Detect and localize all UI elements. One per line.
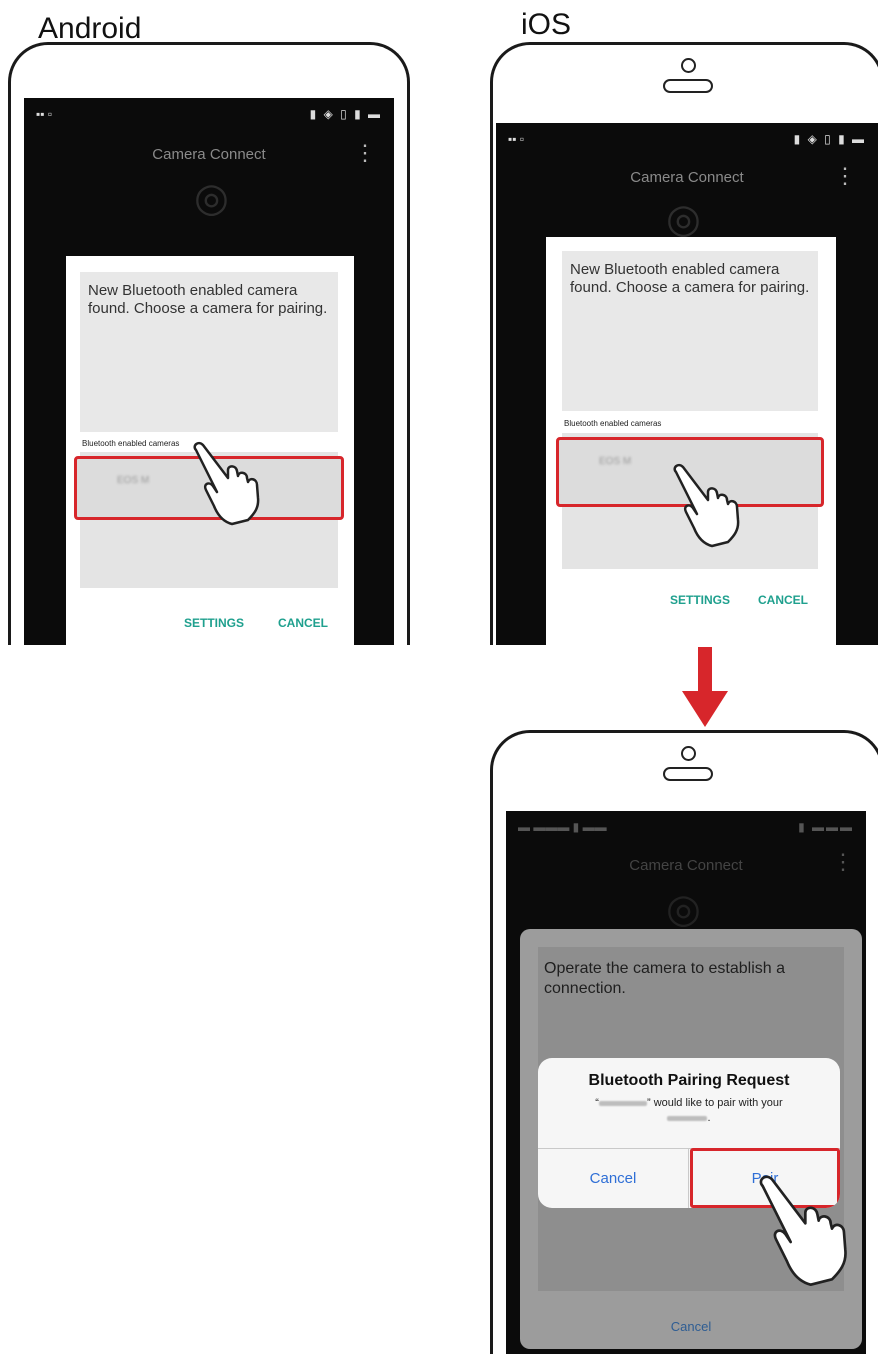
cameras-label: Bluetooth enabled cameras (564, 419, 662, 428)
android-screen: ▪▪ ▫ ▮ ◈ ▯ ▮ ▬ Camera Connect ⋮ ◎ New Bl… (24, 98, 394, 645)
cameras-label: Bluetooth enabled cameras (82, 439, 180, 448)
status-bar: ▪▪ ▫ ▮ ◈ ▯ ▮ ▬ (508, 132, 866, 146)
dialog-message: New Bluetooth enabled camera found. Choo… (570, 261, 810, 296)
camera-icon: ◎ (666, 887, 701, 931)
dialog-message: New Bluetooth enabled camera found. Choo… (88, 282, 328, 317)
ios-screen-selection: ▪▪ ▫ ▮ ◈ ▯ ▮ ▬ Camera Connect ⋮ ◎ New Bl… (496, 123, 878, 645)
status-bar: ▪▪ ▫ ▮ ◈ ▯ ▮ ▬ (36, 107, 382, 121)
android-phone: ▪▪ ▫ ▮ ◈ ▯ ▮ ▬ Camera Connect ⋮ ◎ New Bl… (8, 42, 410, 645)
status-bar: ▬ ▬▬▬ ▮ ▬▬ ▮ ▬▬▬ (518, 820, 854, 834)
sheet-message: Operate the camera to establish a connec… (544, 960, 786, 997)
alert-cancel-button[interactable]: Cancel (538, 1148, 688, 1208)
app-title: Camera Connect (630, 169, 744, 186)
camera-selection-dialog: New Bluetooth enabled camera found. Choo… (546, 237, 836, 645)
alert-message: “” would like to pair with your . (595, 1097, 783, 1124)
camera-name: EOS M (599, 456, 632, 467)
overflow-menu-icon[interactable]: ⋮ (834, 165, 856, 187)
message-box: New Bluetooth enabled camera found. Choo… (562, 251, 818, 411)
overflow-menu-icon[interactable]: ⋮ (832, 851, 854, 873)
camera-name: EOS M (117, 475, 150, 486)
ios-phone-selection: ▪▪ ▫ ▮ ◈ ▯ ▮ ▬ Camera Connect ⋮ ◎ New Bl… (490, 42, 878, 645)
camera-icon: ◎ (666, 197, 701, 241)
hand-pointer-icon (673, 463, 740, 548)
settings-button[interactable]: SETTINGS (670, 593, 730, 607)
sheet-cancel-button[interactable]: Cancel (520, 1319, 862, 1334)
app-title: Camera Connect (152, 146, 266, 163)
camera-icon: ◎ (194, 176, 229, 220)
ios-label: iOS (521, 8, 572, 41)
message-box: New Bluetooth enabled camera found. Choo… (80, 272, 338, 432)
hand-pointer-icon (759, 1175, 847, 1286)
cancel-button[interactable]: CANCEL (278, 616, 328, 630)
hand-pointer-icon (193, 441, 260, 526)
android-label: Android (38, 12, 142, 45)
down-arrow-icon (682, 647, 728, 727)
overflow-menu-icon[interactable]: ⋮ (354, 142, 376, 164)
settings-button[interactable]: SETTINGS (184, 616, 244, 630)
alert-title: Bluetooth Pairing Request (588, 1072, 790, 1089)
app-title: Camera Connect (629, 857, 743, 874)
cancel-button[interactable]: CANCEL (758, 593, 808, 607)
